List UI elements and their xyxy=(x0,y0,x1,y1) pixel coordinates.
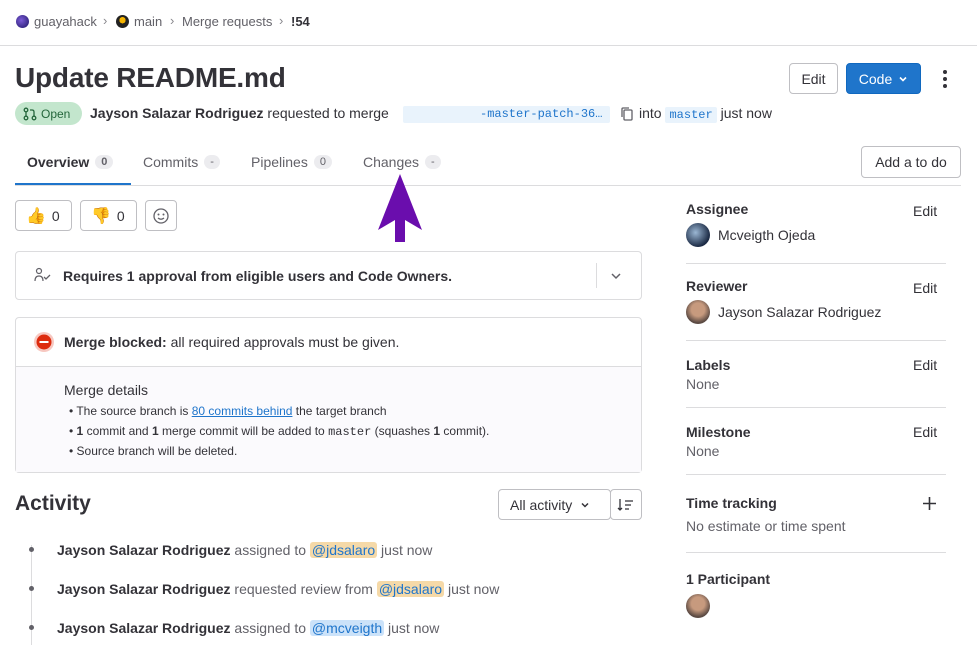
breadcrumb-item-mr[interactable]: !54 xyxy=(291,14,310,29)
reviewer-edit-button[interactable]: Edit xyxy=(913,280,937,296)
add-todo-button[interactable]: Add a to do xyxy=(861,146,961,178)
avatar[interactable] xyxy=(686,594,710,618)
active-tab-indicator xyxy=(15,183,131,185)
source-branch-label: -master-patch-36… xyxy=(480,107,603,121)
status-badge: Open xyxy=(15,102,82,125)
milestone-title: Milestone xyxy=(686,424,751,440)
sort-icon xyxy=(617,498,633,511)
merge-request-icon xyxy=(23,107,37,120)
merge-details-title: Merge details xyxy=(64,382,149,398)
activity-heading: Activity xyxy=(15,492,91,515)
labels-title: Labels xyxy=(686,357,731,373)
sidebar-divider xyxy=(686,552,946,553)
more-actions-kebab-icon[interactable] xyxy=(936,68,954,90)
activity-filter-dropdown[interactable]: All activity xyxy=(498,489,611,520)
source-branch-chip[interactable]: -master-patch-36… xyxy=(403,106,610,123)
tab-pipelines[interactable]: Pipelines 0 xyxy=(251,154,332,170)
tab-changes[interactable]: Changes - xyxy=(363,154,441,170)
approval-user-check-icon xyxy=(34,267,51,282)
assignee-edit-button[interactable]: Edit xyxy=(913,203,937,219)
participants-title: 1 Participant xyxy=(686,571,771,587)
timeline-bullet xyxy=(29,547,34,552)
tabs-divider xyxy=(15,185,961,186)
chevron-right-icon: › xyxy=(170,13,175,28)
group-avatar-icon xyxy=(16,15,29,28)
merge-details-item: • Source branch will be deleted. xyxy=(69,444,238,458)
user-mention[interactable]: @jdsalaro xyxy=(309,542,378,558)
activity-item: Jayson Salazar Rodriguez requested revie… xyxy=(57,581,500,597)
thumbs-up-button[interactable]: 👍 0 xyxy=(15,200,72,231)
annotation-arrow-icon xyxy=(378,174,422,242)
sidebar-divider xyxy=(686,340,946,341)
mr-meta: Jayson Salazar Rodriguez requested to me… xyxy=(90,105,389,121)
chevron-down-icon xyxy=(581,502,589,508)
edit-button[interactable]: Edit xyxy=(789,63,838,94)
project-avatar-icon xyxy=(116,15,129,28)
target-branch-chip[interactable]: master xyxy=(665,107,717,123)
add-reaction-button[interactable] xyxy=(145,200,177,231)
reviewer-name[interactable]: Jayson Salazar Rodriguez xyxy=(718,304,881,320)
timeline-bullet xyxy=(29,625,34,630)
blocked-status-icon xyxy=(34,332,54,352)
merge-details-item: • The source branch is 80 commits behind… xyxy=(69,404,387,418)
page-title: Update README.md xyxy=(15,62,286,93)
plus-icon[interactable] xyxy=(922,496,937,511)
labels-value: None xyxy=(686,376,720,392)
sidebar-divider xyxy=(686,407,946,408)
commits-behind-link[interactable]: 80 commits behind xyxy=(192,404,293,418)
milestone-value: None xyxy=(686,443,720,459)
activity-item: Jayson Salazar Rodriguez assigned to @mc… xyxy=(57,620,440,636)
thumbs-down-icon: 👎 xyxy=(91,207,111,225)
chevron-down-icon[interactable] xyxy=(609,269,623,283)
tab-overview[interactable]: Overview 0 xyxy=(27,154,114,170)
chevron-right-icon: › xyxy=(279,13,284,28)
code-dropdown-button[interactable]: Code xyxy=(846,63,921,94)
mr-meta-target: into master just now xyxy=(639,105,772,123)
sort-direction-button[interactable] xyxy=(610,489,642,520)
time-tracking-title: Time tracking xyxy=(686,495,777,511)
merge-blocked-message: Merge blocked: all required approvals mu… xyxy=(64,334,400,350)
breadcrumb-item-merge-requests[interactable]: Merge requests xyxy=(182,14,272,29)
user-mention[interactable]: @mcveigth xyxy=(309,620,385,636)
approval-text: Requires 1 approval from eligible users … xyxy=(63,268,452,284)
user-mention[interactable]: @jdsalaro xyxy=(376,581,445,597)
assignee-name[interactable]: Mcveigth Ojeda xyxy=(718,227,815,243)
time-tracking-value: No estimate or time spent xyxy=(686,518,846,534)
thumbs-down-button[interactable]: 👎 0 xyxy=(80,200,137,231)
breadcrumb-item-group[interactable]: guayahack xyxy=(16,14,97,29)
avatar[interactable] xyxy=(686,223,710,247)
chevron-down-icon xyxy=(899,76,907,82)
tab-commits[interactable]: Commits - xyxy=(143,154,220,170)
thumbs-up-icon: 👍 xyxy=(26,207,46,225)
sidebar-divider xyxy=(686,263,946,264)
sidebar-divider xyxy=(686,474,946,475)
approval-divider xyxy=(596,263,597,288)
merge-details-item: • 1 commit and 1 merge commit will be ad… xyxy=(69,424,490,439)
assignee-title: Assignee xyxy=(686,201,749,217)
labels-edit-button[interactable]: Edit xyxy=(913,357,937,373)
timeline-bullet xyxy=(29,586,34,591)
chevron-right-icon: › xyxy=(103,13,108,28)
reviewer-title: Reviewer xyxy=(686,278,748,294)
activity-item: Jayson Salazar Rodriguez assigned to @jd… xyxy=(57,542,433,558)
milestone-edit-button[interactable]: Edit xyxy=(913,424,937,440)
timeline-line xyxy=(31,545,32,645)
smiley-icon xyxy=(153,207,169,224)
copy-branch-icon[interactable] xyxy=(620,106,634,125)
avatar[interactable] xyxy=(686,300,710,324)
author-link[interactable]: Jayson Salazar Rodriguez xyxy=(90,105,264,121)
breadcrumb-item-project[interactable]: main xyxy=(116,14,162,29)
